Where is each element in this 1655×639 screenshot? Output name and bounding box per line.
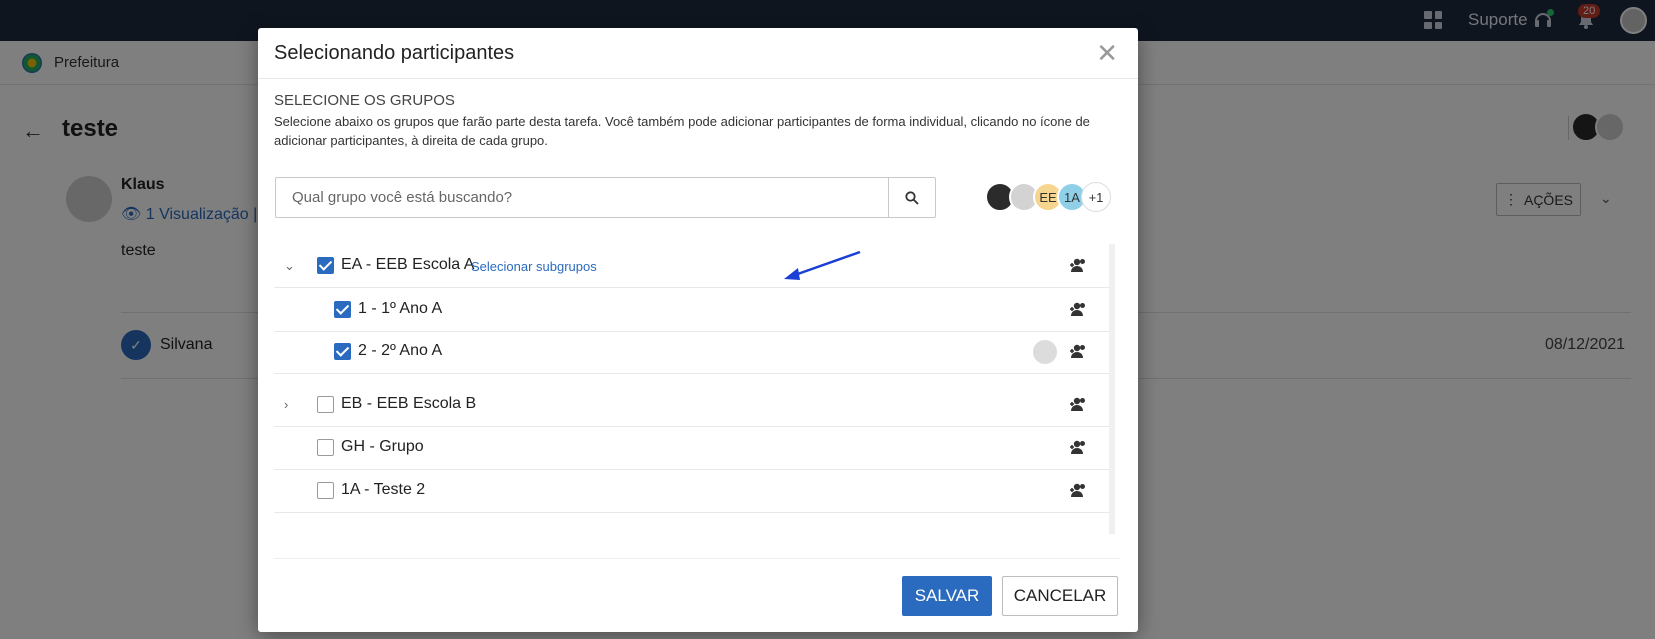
cancel-button[interactable]: CANCELAR (1002, 576, 1118, 616)
select-subgroups-link[interactable]: Selecionar subgrupos (471, 259, 597, 274)
section-heading: SELECIONE OS GRUPOS (274, 92, 455, 109)
group-row: 2 - 2º Ano A (274, 330, 1109, 374)
divider (274, 558, 1120, 559)
modal-title: Selecionando participantes (274, 42, 515, 64)
add-participants-icon[interactable] (1069, 301, 1089, 317)
annotation-arrow-icon (784, 250, 861, 280)
group-search (275, 177, 936, 218)
group-checkbox[interactable] (317, 257, 334, 274)
group-row: 1 - 1º Ano A (274, 288, 1109, 332)
chevron-right-icon[interactable]: › (284, 397, 288, 412)
search-button[interactable] (888, 178, 935, 217)
group-label: 1 - 1º Ano A (358, 300, 443, 317)
group-checkbox[interactable] (334, 343, 351, 360)
add-participants-icon[interactable] (1069, 343, 1089, 359)
close-icon[interactable]: ✕ (1096, 40, 1118, 66)
group-checkbox[interactable] (334, 301, 351, 318)
save-button[interactable]: SALVAR (902, 576, 992, 616)
group-label: EB - EEB Escola B (341, 395, 477, 412)
divider (258, 78, 1138, 79)
group-checkbox[interactable] (317, 396, 334, 413)
add-participants-icon[interactable] (1069, 257, 1089, 273)
group-label: EA - EEB Escola A (341, 256, 475, 273)
add-participants-icon[interactable] (1069, 439, 1089, 455)
search-input[interactable] (276, 178, 896, 217)
group-checkbox[interactable] (317, 482, 334, 499)
avatar-more: +1 (1081, 182, 1111, 212)
search-icon (905, 190, 919, 205)
selected-participants-avatars[interactable]: EE 1A +1 (985, 182, 1111, 212)
group-row: ⌄ EA - EEB Escola A Selecionar subgrupos (274, 244, 1109, 288)
select-participants-modal: Selecionando participantes ✕ SELECIONE O… (258, 28, 1138, 632)
group-list: ⌄ EA - EEB Escola A Selecionar subgrupos 1 … (274, 244, 1115, 540)
group-row: GH - Grupo (274, 426, 1109, 470)
group-label: 1A - Teste 2 (341, 481, 426, 498)
group-row: 1A - Teste 2 (274, 469, 1109, 513)
add-participants-icon[interactable] (1069, 482, 1089, 498)
avatar (1033, 340, 1057, 364)
scrollbar[interactable] (1109, 244, 1115, 534)
group-label: GH - Grupo (341, 438, 424, 455)
group-row: › EB - EEB Escola B (274, 383, 1109, 427)
group-checkbox[interactable] (317, 439, 334, 456)
group-label: 2 - 2º Ano A (358, 342, 443, 359)
chevron-down-icon[interactable]: ⌄ (284, 258, 295, 274)
section-description: Selecione abaixo os grupos que farão par… (274, 114, 1090, 148)
add-participants-icon[interactable] (1069, 396, 1089, 412)
